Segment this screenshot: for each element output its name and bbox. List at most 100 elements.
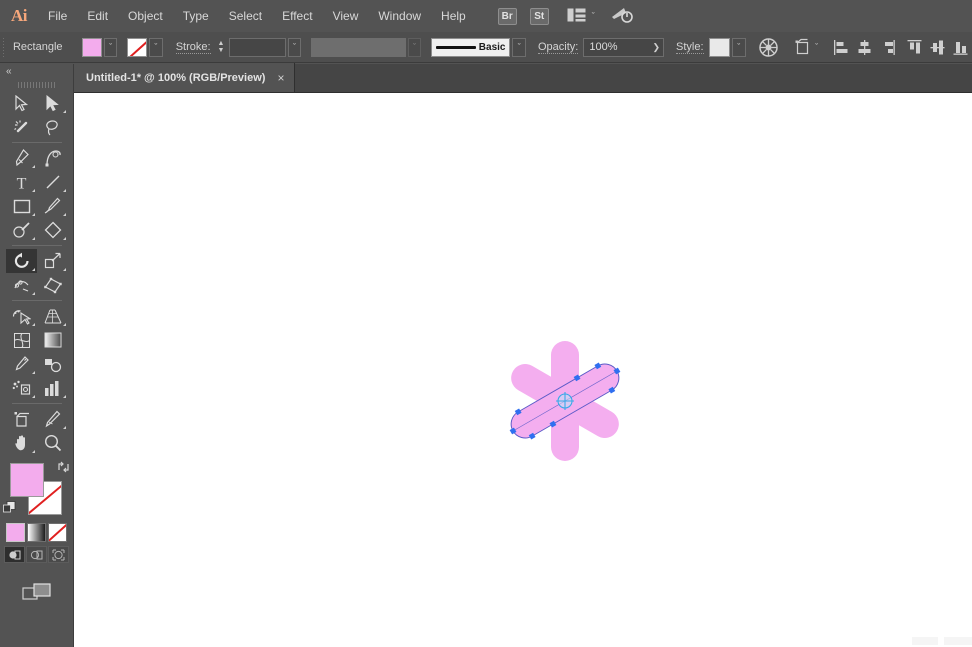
width-profile-chevron-icon[interactable]: ˇ [407,37,422,57]
opacity-input[interactable]: 100% ❯ [583,37,664,57]
curvature-tool[interactable] [37,146,68,170]
stepper-up-icon[interactable]: ▲ [218,40,225,47]
direct-selection-tool[interactable] [37,91,68,115]
stroke-weight-label[interactable]: Stroke: [175,41,211,54]
menu-bar: Ai File Edit Object Type Select Effect V… [0,0,972,32]
graphic-style-swatch[interactable] [708,37,731,57]
align-horizontal-center-icon[interactable] [856,38,873,57]
type-tool[interactable]: T [6,170,37,194]
search-adobe-stock-button[interactable] [611,6,633,27]
document-canvas[interactable] [74,93,972,647]
opacity-label[interactable]: Opacity: [538,41,579,54]
width-tool[interactable] [6,273,37,297]
document-tab[interactable]: Untitled-1* @ 100% (RGB/Preview) × [74,63,296,92]
style-chevron-icon[interactable]: ˇ [732,37,746,57]
align-top-icon[interactable] [906,38,923,57]
transform-chevron-icon[interactable]: ˇ [815,42,818,52]
tool-separator [12,403,62,404]
shape-builder-tool[interactable] [6,304,37,328]
menu-bar-right-group: Br St ˇ [497,6,633,27]
search-adobe-stock-icon [611,6,633,27]
align-right-icon[interactable] [879,38,896,57]
close-icon[interactable]: × [277,72,284,84]
stroke-weight-input[interactable] [229,37,286,57]
menu-edit[interactable]: Edit [77,0,118,32]
lasso-tool[interactable] [37,115,68,139]
tool-separator [12,300,62,301]
fill-color-swatch[interactable] [82,37,102,57]
bridge-button[interactable]: Br [497,7,517,25]
width-profile-input[interactable] [311,37,406,57]
rotate-tool[interactable] [6,249,37,273]
default-fill-stroke-icon[interactable] [3,501,16,514]
change-screen-mode-icon[interactable] [0,581,73,603]
menu-select[interactable]: Select [219,0,272,32]
shaper-tool[interactable] [6,218,37,242]
perspective-grid-tool[interactable] [37,304,68,328]
rectangle-tool[interactable] [6,194,37,218]
collapse-panel-icon[interactable]: « [0,64,73,78]
pen-tool[interactable] [6,146,37,170]
free-transform-tool[interactable] [37,273,68,297]
eyedropper-tool[interactable] [6,352,37,376]
menu-type[interactable]: Type [173,0,219,32]
gradient-tool[interactable] [37,328,68,352]
align-vertical-center-icon[interactable] [929,38,946,57]
tools-panel: « T [0,64,74,647]
line-segment-tool[interactable] [37,170,68,194]
magic-wand-tool[interactable] [6,115,37,139]
paintbrush-tool[interactable] [37,194,68,218]
opacity-value: 100% [589,41,618,53]
opacity-expand-icon[interactable]: ❯ [652,39,660,56]
selection-tool[interactable] [6,91,37,115]
toolbar-fill-swatch[interactable] [10,463,44,497]
recolor-artwork-icon[interactable] [759,36,779,58]
menu-file[interactable]: File [38,0,77,32]
slice-tool[interactable] [37,407,68,431]
symbol-sprayer-tool[interactable] [6,376,37,400]
artwork-layer[interactable] [74,93,972,647]
none-mode-button[interactable] [48,523,67,542]
draw-inside-button[interactable] [48,546,69,563]
draw-behind-button[interactable] [26,546,47,563]
brush-definition-chevron-icon[interactable]: ˇ [512,37,526,57]
transform-panel-button[interactable] [794,38,812,56]
draw-normal-button[interactable] [4,546,25,563]
hand-tool[interactable] [6,431,37,455]
zoom-tool[interactable] [37,431,68,455]
stroke-swatch-chevron-icon[interactable]: ˇ [149,37,163,57]
stroke-weight-chevron-icon[interactable]: ˇ [287,37,302,57]
brush-definition-field[interactable]: Basic [431,37,511,57]
align-bottom-icon[interactable] [952,38,969,57]
gradient-mode-button[interactable] [27,523,46,542]
mesh-tool[interactable] [6,328,37,352]
tools-panel-grip[interactable] [0,78,73,91]
style-label[interactable]: Style: [676,41,704,54]
color-mode-button[interactable] [6,523,25,542]
stroke-weight-stepper[interactable]: ▲ ▼ [217,38,226,57]
workspace-switcher-button[interactable]: ˇ [567,8,595,25]
align-left-icon[interactable] [833,38,850,57]
column-graph-tool[interactable] [37,376,68,400]
swap-fill-stroke-icon[interactable] [57,461,70,476]
workspace-switcher-icon [567,8,586,25]
selected-object-type: Rectangle [12,41,63,53]
blend-tool[interactable] [37,352,68,376]
svg-text:T: T [17,175,27,191]
menu-window[interactable]: Window [368,0,431,32]
stroke-color-swatch[interactable] [127,37,148,57]
menu-effect[interactable]: Effect [272,0,322,32]
control-bar-grip[interactable] [0,32,8,63]
drawing-mode-buttons [0,546,73,563]
stock-button[interactable]: St [529,7,549,25]
scale-tool[interactable] [37,249,68,273]
menu-help[interactable]: Help [431,0,476,32]
artboard-tool[interactable] [6,407,37,431]
stepper-down-icon[interactable]: ▼ [218,47,225,54]
align-icon-group [830,38,972,57]
color-mode-buttons [0,523,73,542]
menu-view[interactable]: View [323,0,369,32]
fill-swatch-chevron-icon[interactable]: ˇ [103,37,118,57]
eraser-tool[interactable] [37,218,68,242]
menu-object[interactable]: Object [118,0,173,32]
